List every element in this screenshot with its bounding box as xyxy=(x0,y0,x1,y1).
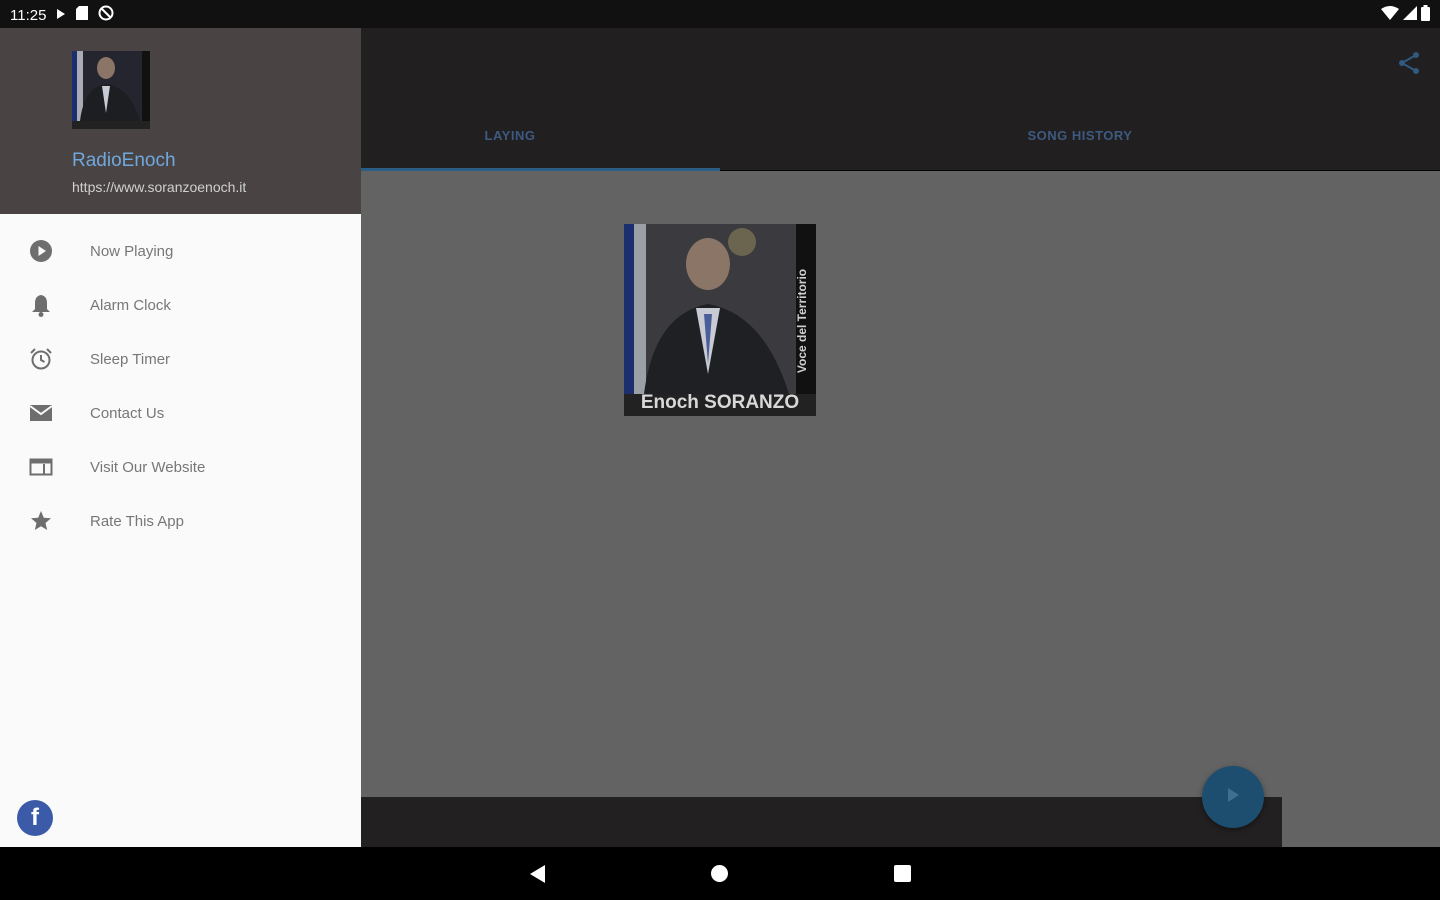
recent-apps-icon[interactable] xyxy=(894,865,911,882)
menu-item-rate-app[interactable]: Rate This App xyxy=(0,494,361,548)
album-art: Voce del Territorio Enoch SORANZO xyxy=(624,224,816,416)
mail-icon xyxy=(29,401,53,425)
tab-song-history[interactable]: SONG HISTORY xyxy=(720,128,1440,143)
status-time: 11:25 xyxy=(10,6,47,24)
play-icon xyxy=(1226,787,1240,808)
share-icon[interactable] xyxy=(1396,50,1422,81)
home-icon[interactable] xyxy=(711,865,728,882)
menu-item-label: Visit Our Website xyxy=(90,458,206,476)
drawer-menu: Now Playing Alarm Clock Sleep Timer Cont… xyxy=(0,224,361,548)
menu-item-label: Now Playing xyxy=(90,242,174,260)
status-bar: 11:25 xyxy=(0,0,1440,28)
menu-item-sleep-timer[interactable]: Sleep Timer xyxy=(0,332,361,386)
signal-icon xyxy=(1403,6,1417,25)
menu-item-alarm-clock[interactable]: Alarm Clock xyxy=(0,278,361,332)
bell-icon xyxy=(29,293,53,317)
menu-item-visit-website[interactable]: Visit Our Website xyxy=(0,440,361,494)
drawer-header: RadioEnoch https://www.soranzoenoch.it xyxy=(0,28,361,214)
facebook-glyph: f xyxy=(31,804,39,831)
player-bar xyxy=(361,797,1282,847)
navigation-drawer: RadioEnoch https://www.soranzoenoch.it N… xyxy=(0,28,361,847)
menu-item-contact-us[interactable]: Contact Us xyxy=(0,386,361,440)
menu-item-label: Alarm Clock xyxy=(90,296,171,314)
drawer-url[interactable]: https://www.soranzoenoch.it xyxy=(72,179,246,195)
menu-item-label: Rate This App xyxy=(90,512,184,530)
menu-item-label: Contact Us xyxy=(90,404,165,422)
album-photo xyxy=(624,224,816,416)
back-icon[interactable] xyxy=(528,864,546,889)
play-button[interactable] xyxy=(1202,766,1264,828)
wifi-icon xyxy=(1381,6,1399,25)
play-circle-icon xyxy=(29,239,53,263)
album-vertical-text: Voce del Territorio xyxy=(794,268,809,374)
web-icon xyxy=(29,455,53,479)
facebook-icon[interactable]: f xyxy=(17,800,53,836)
tab-now-playing[interactable]: LAYING xyxy=(300,128,720,143)
system-nav-bar xyxy=(0,847,1440,900)
menu-item-now-playing[interactable]: Now Playing xyxy=(0,224,361,278)
drawer-title: RadioEnoch xyxy=(72,150,176,171)
no-disturb-icon xyxy=(98,5,114,25)
sd-card-icon xyxy=(76,6,89,24)
star-icon xyxy=(29,509,53,533)
avatar xyxy=(72,51,150,129)
menu-item-label: Sleep Timer xyxy=(90,350,171,368)
play-status-icon xyxy=(56,7,66,24)
alarm-clock-icon xyxy=(29,347,53,371)
battery-icon xyxy=(1421,5,1430,26)
album-caption: Enoch SORANZO xyxy=(640,392,800,413)
